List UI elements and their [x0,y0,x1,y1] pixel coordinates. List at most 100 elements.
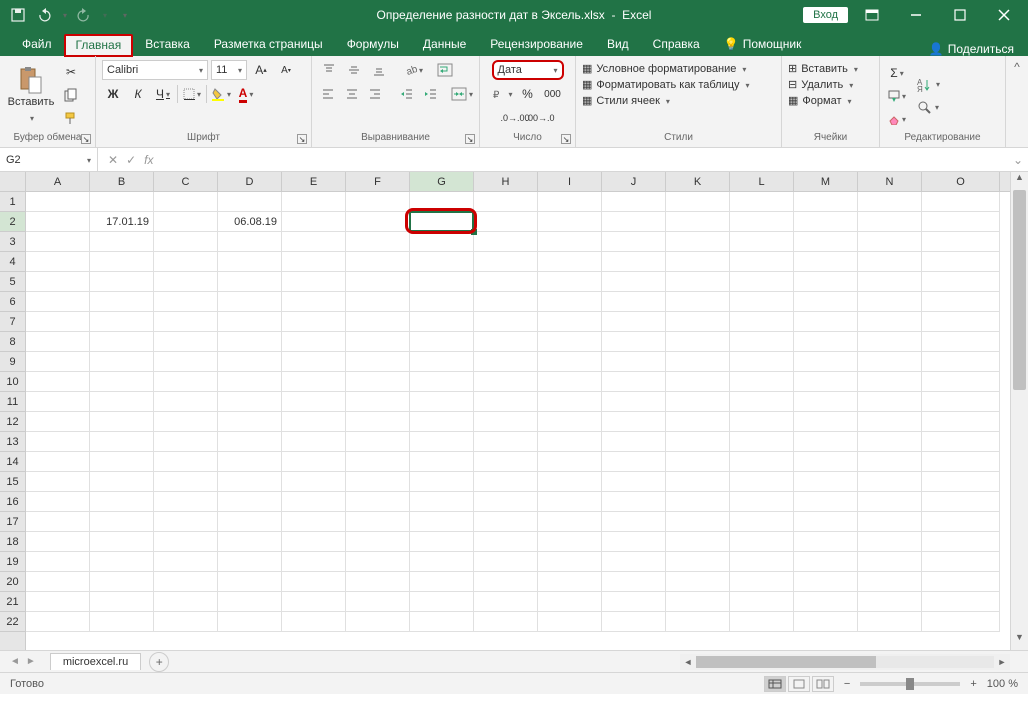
cell-A7[interactable] [26,312,90,332]
cell-O13[interactable] [922,432,1000,452]
fx-icon[interactable]: fx [144,153,153,167]
cell-G18[interactable] [410,532,474,552]
col-header-C[interactable]: C [154,172,218,191]
cell-O18[interactable] [922,532,1000,552]
cell-L3[interactable] [730,232,794,252]
scroll-down-icon[interactable]: ▼ [1011,632,1028,650]
cell-K20[interactable] [666,572,730,592]
cell-J14[interactable] [602,452,666,472]
cell-M13[interactable] [794,432,858,452]
cell-M21[interactable] [794,592,858,612]
cell-N5[interactable] [858,272,922,292]
align-top-icon[interactable] [318,60,340,80]
cell-K16[interactable] [666,492,730,512]
cell-A4[interactable] [26,252,90,272]
cell-N3[interactable] [858,232,922,252]
cell-I10[interactable] [538,372,602,392]
cell-G11[interactable] [410,392,474,412]
cell-G17[interactable] [410,512,474,532]
cell-C10[interactable] [154,372,218,392]
cell-L5[interactable] [730,272,794,292]
col-header-J[interactable]: J [602,172,666,191]
cell-I16[interactable] [538,492,602,512]
cell-L19[interactable] [730,552,794,572]
cell-K8[interactable] [666,332,730,352]
decrease-indent-icon[interactable] [397,84,418,104]
cell-O4[interactable] [922,252,1000,272]
ribbon-options-icon[interactable] [852,1,892,29]
cell-N4[interactable] [858,252,922,272]
cell-D6[interactable] [218,292,282,312]
cell-K14[interactable] [666,452,730,472]
cell-O3[interactable] [922,232,1000,252]
cell-A3[interactable] [26,232,90,252]
cell-I3[interactable] [538,232,602,252]
cell-N17[interactable] [858,512,922,532]
cell-H14[interactable] [474,452,538,472]
cell-J2[interactable] [602,212,666,232]
cell-I14[interactable] [538,452,602,472]
cell-N7[interactable] [858,312,922,332]
cell-N15[interactable] [858,472,922,492]
format-as-table-button[interactable]: ▦Форматировать как таблицу [582,78,775,91]
cell-K10[interactable] [666,372,730,392]
copy-icon[interactable] [60,85,82,105]
sheet-tab-1[interactable]: microexcel.ru [50,653,141,670]
row-header-8[interactable]: 8 [0,332,25,352]
cell-D18[interactable] [218,532,282,552]
cell-G10[interactable] [410,372,474,392]
cell-G21[interactable] [410,592,474,612]
zoom-out-button[interactable]: − [844,678,850,690]
cell-C1[interactable] [154,192,218,212]
qat-customize-icon[interactable] [114,5,134,25]
cell-E5[interactable] [282,272,346,292]
cell-B11[interactable] [90,392,154,412]
cell-B3[interactable] [90,232,154,252]
cell-H9[interactable] [474,352,538,372]
vscroll-thumb[interactable] [1013,190,1026,390]
cell-M22[interactable] [794,612,858,632]
cell-H13[interactable] [474,432,538,452]
cell-F15[interactable] [346,472,410,492]
cell-C9[interactable] [154,352,218,372]
cell-N1[interactable] [858,192,922,212]
cell-G13[interactable] [410,432,474,452]
view-page-layout-icon[interactable] [788,676,810,692]
cell-D17[interactable] [218,512,282,532]
row-header-7[interactable]: 7 [0,312,25,332]
cell-F7[interactable] [346,312,410,332]
cell-L10[interactable] [730,372,794,392]
cell-J15[interactable] [602,472,666,492]
cell-K2[interactable] [666,212,730,232]
row-header-9[interactable]: 9 [0,352,25,372]
row-header-21[interactable]: 21 [0,592,25,612]
cell-B2[interactable]: 17.01.19 [90,212,154,232]
cell-K13[interactable] [666,432,730,452]
cell-O8[interactable] [922,332,1000,352]
scroll-right-icon[interactable]: ► [994,657,1010,667]
autosum-icon[interactable]: Σ [886,63,908,83]
row-header-4[interactable]: 4 [0,252,25,272]
cell-C15[interactable] [154,472,218,492]
cell-I12[interactable] [538,412,602,432]
cell-E6[interactable] [282,292,346,312]
horizontal-scrollbar[interactable]: ◄ ► [680,654,1010,670]
cell-L7[interactable] [730,312,794,332]
undo-icon[interactable] [34,5,54,25]
cell-M1[interactable] [794,192,858,212]
cell-D12[interactable] [218,412,282,432]
cell-G1[interactable] [410,192,474,212]
login-button[interactable]: Вход [803,7,848,23]
cell-G12[interactable] [410,412,474,432]
cell-H11[interactable] [474,392,538,412]
number-dialog-launcher[interactable]: ↘ [561,134,571,144]
format-painter-icon[interactable] [60,108,82,128]
cell-J5[interactable] [602,272,666,292]
cell-I7[interactable] [538,312,602,332]
cell-J11[interactable] [602,392,666,412]
cell-H8[interactable] [474,332,538,352]
cell-F8[interactable] [346,332,410,352]
cell-E16[interactable] [282,492,346,512]
col-header-E[interactable]: E [282,172,346,191]
cell-J6[interactable] [602,292,666,312]
